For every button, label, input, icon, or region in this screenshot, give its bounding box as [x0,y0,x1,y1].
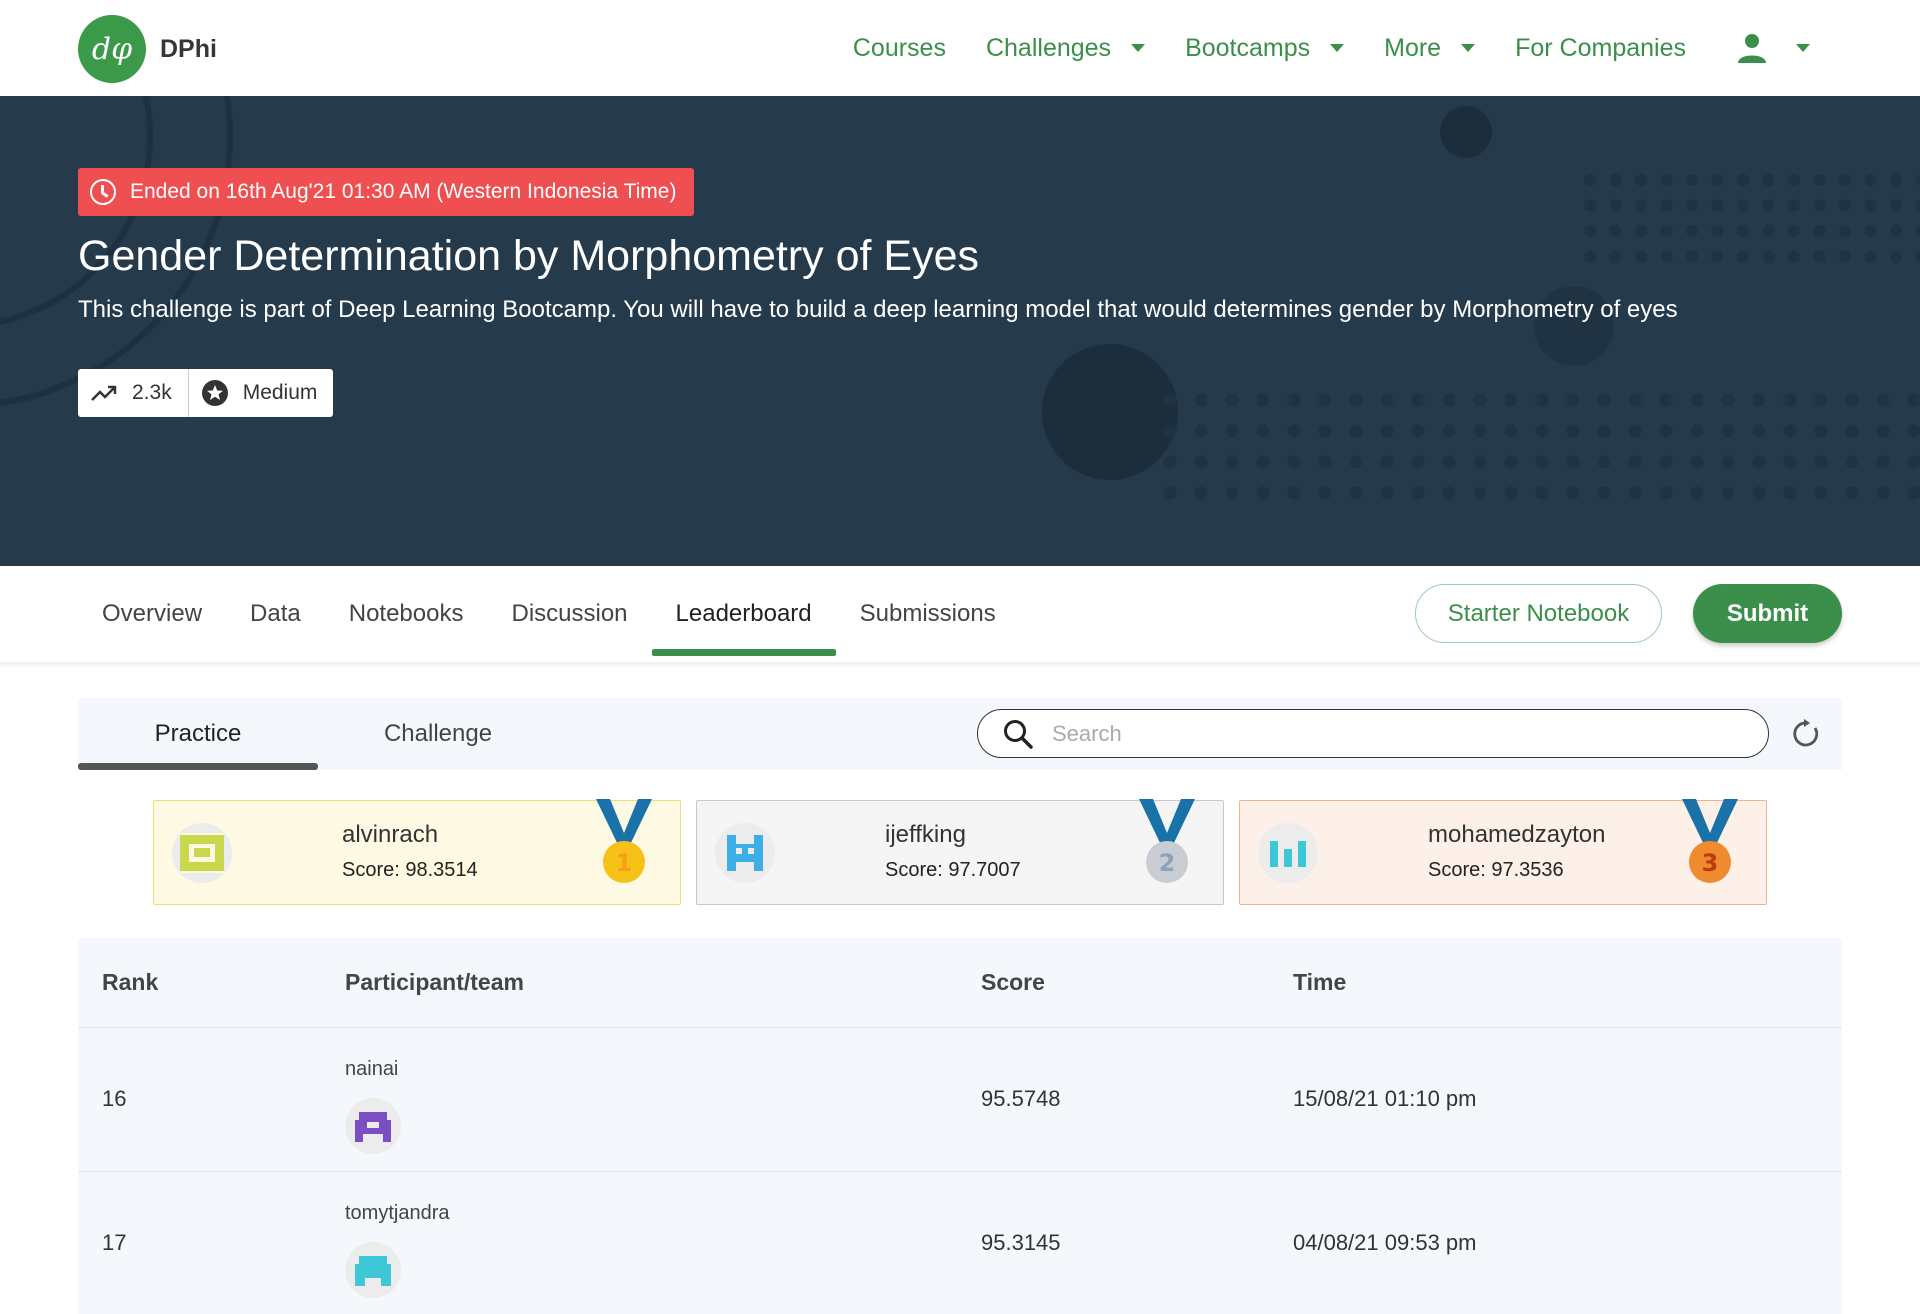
logo-mark: dφ [78,15,146,83]
column-header-rank: Rank [102,969,159,995]
podium-name: ijeffking [885,821,966,848]
challenge-tabs-bar: Overview Data Notebooks Discussion Leade… [0,566,1920,662]
logo-text: DPhi [160,34,217,63]
bronze-medal-icon: 3 [1682,799,1738,883]
search-input[interactable] [1052,720,1732,747]
table-header: Rank Participant/team Score Time [78,938,1842,1028]
time-cell: 15/08/21 01:10 pm [1293,1086,1477,1111]
caret-down-icon [1461,44,1476,52]
avatar [345,1098,401,1154]
views-stat: 2.3k [78,369,188,417]
nav-menu: Courses Challenges Bootcamps More For Co… [813,0,1810,96]
podium-card-first[interactable]: alvinrach Score: 98.3514 1 [153,799,681,905]
tab-leaderboard[interactable]: Leaderboard [651,566,836,662]
challenge-tabs: Overview Data Notebooks Discussion Leade… [78,566,1020,662]
nav-bootcamps-label: Bootcamps [1185,33,1311,62]
tab-overview[interactable]: Overview [78,566,226,662]
podium-score: Score: 97.3536 [1428,859,1564,881]
rank-cell: 16 [102,1086,127,1111]
tab-data[interactable]: Data [226,566,325,662]
podium-card-second[interactable]: ijeffking Score: 97.7007 2 [696,799,1224,905]
trending-up-icon [91,385,117,401]
difficulty-label: Medium [242,381,318,404]
dphi-logo[interactable]: dφ DPhi [78,15,217,83]
avatar [1258,823,1318,883]
avatar [172,823,232,883]
user-menu[interactable] [1736,32,1810,64]
nav-courses-label: Courses [852,33,946,62]
identicon-icon [355,1112,391,1142]
caret-down-icon [1330,44,1345,52]
score-cell: 95.3145 [981,1230,1061,1255]
silver-medal-icon: 2 [1139,799,1195,883]
identicon-icon [1270,841,1306,867]
nav-more-label: More [1384,33,1442,62]
svg-text:3: 3 [1702,849,1719,877]
tab-notebooks[interactable]: Notebooks [325,566,488,662]
nav-for-companies-label: For Companies [1515,33,1686,62]
nav-bootcamps[interactable]: Bootcamps [1185,33,1345,63]
score-cell: 95.5748 [981,1086,1061,1111]
gold-medal-icon: 1 [596,799,652,883]
deadline-badge: Ended on 16th Aug'21 01:30 AM (Western I… [78,168,695,216]
podium-name: alvinrach [342,821,439,848]
challenge-stats: 2.3k Medium [78,369,334,417]
podium-score: Score: 98.3514 [342,859,478,881]
leaderboard-toolbar: Practice Challenge [78,698,1842,770]
top-navbar: dφ DPhi Courses Challenges Bootcamps Mor… [0,0,1920,96]
tab-discussion[interactable]: Discussion [487,566,651,662]
deadline-text: Ended on 16th Aug'21 01:30 AM (Western I… [130,180,677,203]
user-icon [1738,34,1766,63]
search-icon [1004,719,1033,749]
clock-icon [90,179,116,205]
search-box [977,709,1769,758]
hero-decoration [0,96,1920,500]
tab-submissions[interactable]: Submissions [836,566,1020,662]
nav-challenges[interactable]: Challenges [985,33,1146,63]
identicon-icon [180,833,224,873]
rank-cell: 17 [102,1230,127,1255]
subtab-practice[interactable]: Practice [78,698,318,770]
star-circle-icon [201,380,228,406]
caret-down-icon [1131,44,1146,52]
time-cell: 04/08/21 09:53 pm [1293,1230,1477,1255]
avatar [345,1242,401,1298]
podium-card-third[interactable]: mohamedzayton Score: 97.3536 3 [1239,799,1767,905]
svg-text:1: 1 [616,849,633,877]
participant-name[interactable]: tomytjandra [345,1202,450,1225]
views-count: 2.3k [132,381,172,404]
participant-name[interactable]: nainai [345,1058,398,1081]
podium-name: mohamedzayton [1428,821,1606,848]
nav-more[interactable]: More [1384,33,1476,63]
table-row[interactable]: 16 nainai 95.5748 15/08/21 01:10 pm [78,1028,1842,1172]
avatar [715,823,775,883]
challenge-description: This challenge is part of Deep Learning … [78,296,1678,323]
challenge-hero: Ended on 16th Aug'21 01:30 AM (Western I… [0,96,1920,566]
submit-button[interactable]: Submit [1693,584,1842,643]
refresh-icon[interactable] [1791,718,1823,750]
column-header-score: Score [981,969,1045,995]
identicon-icon [727,835,763,871]
column-header-time: Time [1293,969,1347,995]
leaderboard-table: Rank Participant/team Score Time 16 nain… [78,938,1842,1314]
identicon-icon [355,1256,391,1286]
challenge-title: Gender Determination by Morphometry of E… [78,232,980,280]
difficulty-stat: Medium [187,369,334,417]
starter-notebook-button[interactable]: Starter Notebook [1415,584,1662,643]
caret-down-icon [1796,44,1810,52]
podium-score: Score: 97.7007 [885,859,1021,881]
subtab-challenge[interactable]: Challenge [318,698,558,770]
table-row[interactable]: 17 tomytjandra 95.3145 04/08/21 09:53 pm [78,1172,1842,1314]
nav-for-companies[interactable]: For Companies [1515,34,1686,63]
svg-text:2: 2 [1159,849,1176,877]
nav-challenges-label: Challenges [985,33,1112,62]
column-header-participant: Participant/team [345,969,524,995]
nav-courses[interactable]: Courses [853,34,946,63]
